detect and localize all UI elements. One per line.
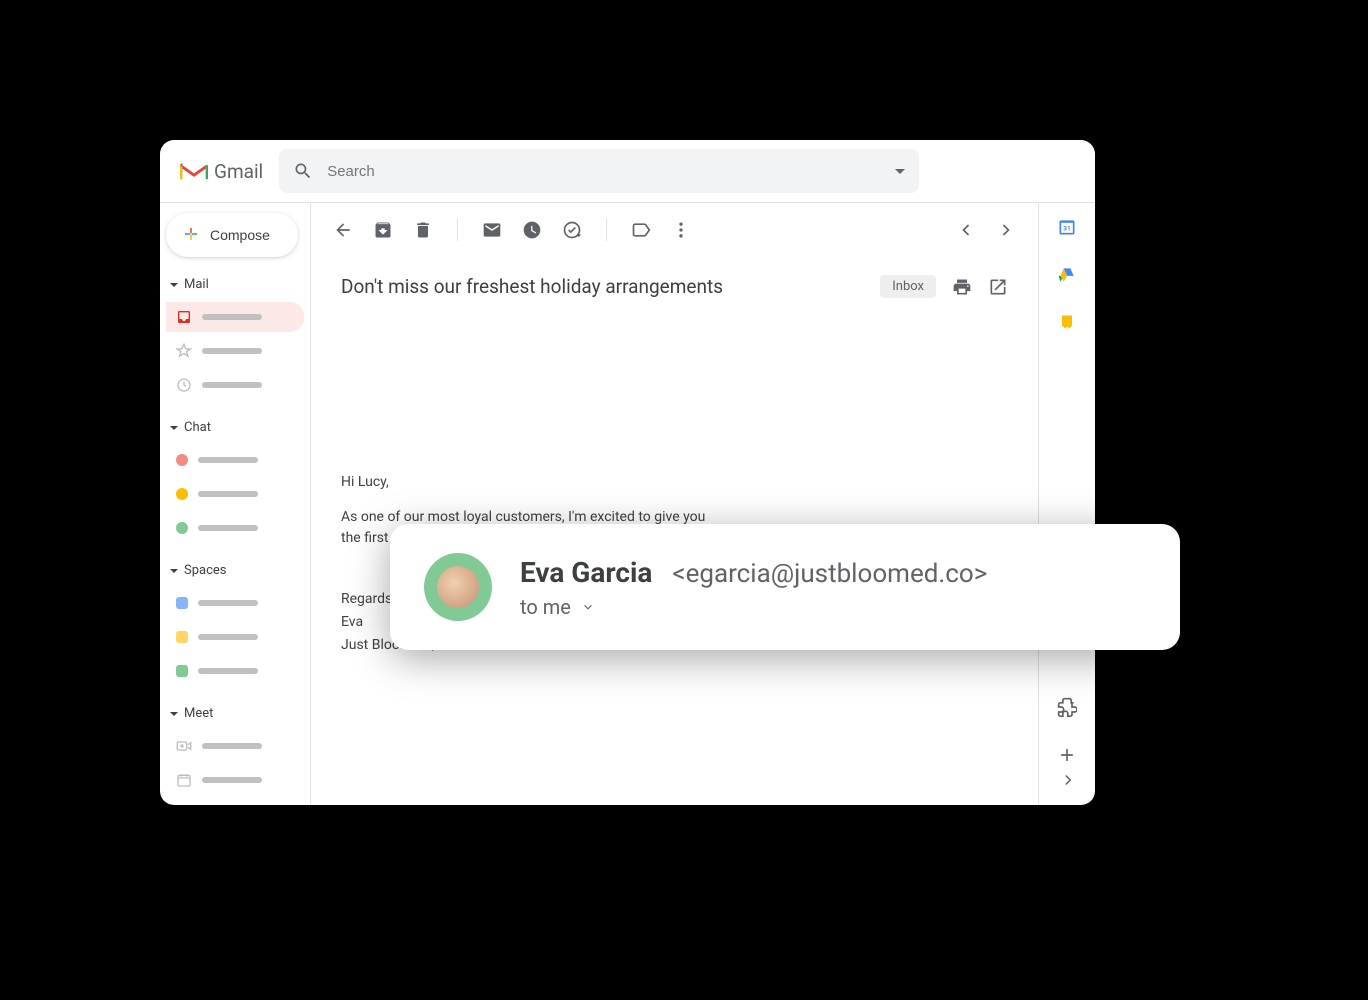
search-icon (293, 161, 313, 181)
app-name: Gmail (214, 160, 263, 183)
plus-icon[interactable] (1057, 745, 1077, 765)
inbox-icon (176, 309, 192, 325)
open-new-icon[interactable] (988, 277, 1008, 297)
back-icon[interactable] (333, 220, 353, 240)
space-item-1[interactable] (166, 588, 304, 618)
meet-join[interactable] (166, 765, 304, 795)
search-input[interactable] (327, 163, 881, 180)
separator (457, 219, 458, 241)
sender-info: Eva Garcia <egarcia@justbloomed.co> to m… (520, 556, 987, 619)
compose-label: Compose (210, 227, 270, 243)
space-icon (176, 631, 188, 643)
nav-placeholder (202, 382, 262, 388)
nav-placeholder (198, 668, 258, 674)
add-task-icon[interactable] (562, 220, 582, 240)
email-subject: Don't miss our freshest holiday arrangem… (341, 275, 864, 298)
sidebar: Compose Mail Chat (160, 203, 310, 805)
caret-down-icon (170, 283, 178, 287)
gmail-icon (180, 160, 208, 182)
space-item-2[interactable] (166, 622, 304, 652)
label-chip[interactable]: Inbox (880, 275, 936, 298)
nav-placeholder (198, 457, 258, 463)
side-panel: 31 (1039, 203, 1095, 805)
search-bar[interactable] (279, 149, 919, 193)
meet-section-header[interactable]: Meet (166, 700, 304, 727)
recipient-label: to me (520, 595, 571, 619)
nav-placeholder (202, 348, 262, 354)
header-bar: Gmail (160, 140, 1095, 202)
chat-item-3[interactable] (166, 513, 304, 543)
drive-icon[interactable] (1057, 265, 1077, 285)
calendar-icon (176, 772, 192, 788)
snooze-icon[interactable] (522, 220, 542, 240)
delete-icon[interactable] (413, 220, 433, 240)
email-greeting: Hi Lucy, (341, 472, 1008, 493)
sender-email: <egarcia@justbloomed.co> (672, 559, 987, 589)
spaces-section-label: Spaces (184, 563, 227, 578)
app-window: Gmail Compose (160, 140, 1095, 805)
sender-name: Eva Garcia (520, 556, 652, 589)
next-icon[interactable] (996, 220, 1016, 240)
action-toolbar (311, 203, 1038, 257)
main-column: Don't miss our freshest holiday arrangem… (310, 203, 1039, 805)
plus-icon (182, 225, 200, 246)
mail-section-header[interactable]: Mail (166, 271, 304, 298)
nav-placeholder (202, 314, 262, 320)
nav-placeholder (198, 600, 258, 606)
space-icon (176, 665, 188, 677)
clock-icon (176, 377, 192, 393)
nav-placeholder (198, 525, 258, 531)
separator (606, 219, 607, 241)
gmail-logo[interactable]: Gmail (180, 160, 263, 183)
chat-section-label: Chat (184, 420, 211, 435)
nav-placeholder (202, 777, 262, 783)
nav-placeholder (202, 743, 262, 749)
meet-new[interactable] (166, 731, 304, 761)
chat-item-1[interactable] (166, 445, 304, 475)
mark-unread-icon[interactable] (482, 220, 502, 240)
compose-button[interactable]: Compose (166, 213, 298, 257)
mail-section-label: Mail (184, 277, 209, 292)
prev-icon[interactable] (956, 220, 976, 240)
sender-avatar[interactable] (424, 553, 492, 621)
sidebar-item-snoozed[interactable] (166, 370, 304, 400)
space-icon (176, 597, 188, 609)
compose-plus-svg (182, 225, 200, 243)
chat-item-2[interactable] (166, 479, 304, 509)
star-icon (176, 343, 192, 359)
nav-placeholder (198, 491, 258, 497)
subject-row: Don't miss our freshest holiday arrangem… (311, 257, 1038, 312)
avatar-image (437, 566, 479, 608)
spaces-section-header[interactable]: Spaces (166, 557, 304, 584)
content-area: Compose Mail Chat (160, 202, 1095, 805)
chat-section-header[interactable]: Chat (166, 414, 304, 441)
status-dot-icon (176, 488, 188, 500)
collapse-panel-icon[interactable] (1059, 771, 1077, 789)
calendar-icon[interactable]: 31 (1057, 217, 1077, 237)
caret-down-icon (170, 426, 178, 430)
sidebar-item-inbox[interactable] (166, 302, 304, 332)
sidebar-item-starred[interactable] (166, 336, 304, 366)
status-dot-icon (176, 522, 188, 534)
label-icon[interactable] (631, 220, 651, 240)
print-icon[interactable] (952, 277, 972, 297)
recipient-dropdown[interactable]: to me (520, 595, 987, 619)
svg-text:31: 31 (1063, 224, 1071, 232)
addons-icon[interactable] (1057, 697, 1077, 717)
chevron-down-icon (581, 600, 595, 614)
more-icon[interactable] (671, 220, 691, 240)
caret-down-icon (170, 569, 178, 573)
space-item-3[interactable] (166, 656, 304, 686)
search-options-icon[interactable] (895, 169, 905, 174)
caret-down-icon (170, 712, 178, 716)
sender-card: Eva Garcia <egarcia@justbloomed.co> to m… (390, 524, 1180, 650)
keep-icon[interactable] (1057, 313, 1077, 333)
nav-placeholder (198, 634, 258, 640)
video-plus-icon (176, 738, 192, 754)
archive-icon[interactable] (373, 220, 393, 240)
meet-section-label: Meet (184, 706, 213, 721)
status-dot-icon (176, 454, 188, 466)
